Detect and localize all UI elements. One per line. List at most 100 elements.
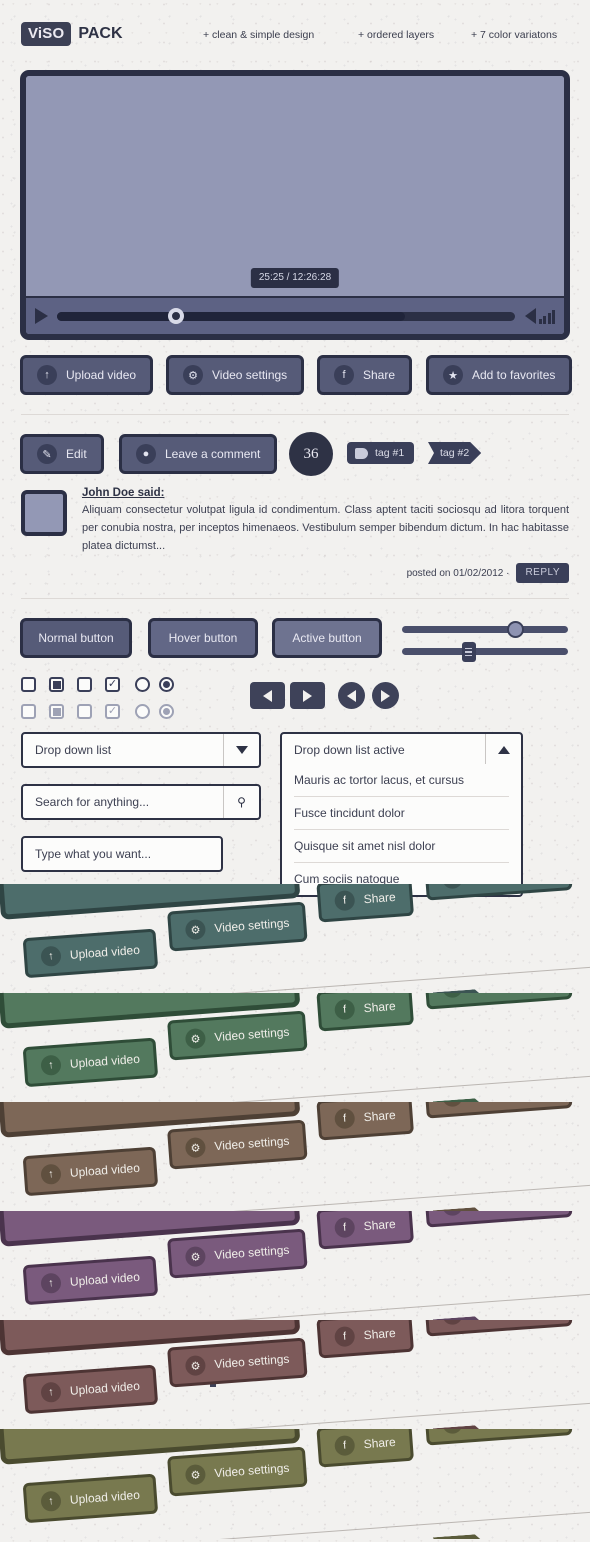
next-circle-button[interactable] [372, 682, 399, 709]
video-controls [26, 296, 564, 334]
video-settings-button[interactable]: ⚙ Video settings [167, 901, 308, 952]
tag-icon [355, 447, 368, 459]
upload-video-button[interactable]: ↑ Upload video [22, 1364, 159, 1415]
button-label: Upload video [69, 942, 141, 962]
facebook-icon: f [334, 1325, 356, 1348]
video-screen[interactable] [26, 76, 564, 296]
button-label: Video settings [213, 1351, 290, 1372]
search-field[interactable]: Search for anything... ⚲ [21, 784, 261, 820]
prev-square-button[interactable] [250, 682, 285, 709]
button-label: Upload video [69, 1269, 141, 1289]
share-button[interactable]: f Share [316, 1211, 415, 1250]
star-icon: ★ [443, 365, 463, 385]
volume-control[interactable] [525, 308, 555, 324]
radio-selected[interactable] [159, 677, 174, 692]
tag-chip-2[interactable]: tag #2 [433, 1534, 488, 1539]
prev-circle-button[interactable] [338, 682, 365, 709]
upload-video-button[interactable]: ↑ Upload video [22, 928, 159, 979]
share-button[interactable]: f Share [316, 993, 415, 1032]
next-circle-icon [381, 689, 390, 702]
radio-empty[interactable] [135, 677, 150, 692]
dropdown-option[interactable]: Fusce tincidunt dolor [294, 797, 509, 830]
star-icon: ★ [441, 993, 464, 999]
facebook-icon: f [334, 998, 356, 1021]
slider-round-track[interactable] [402, 621, 568, 638]
add-to-favorites-button[interactable]: ★ Add to favorites [426, 355, 573, 395]
slider-round-knob[interactable] [506, 621, 524, 638]
upload-video-button[interactable]: ↑ Upload video [22, 1037, 159, 1088]
button-label: Video settings [213, 915, 290, 936]
tag-chip-1[interactable]: tag #1 [347, 442, 415, 464]
share-button[interactable]: f Share [316, 884, 415, 923]
upload-video-button[interactable]: ↑ Upload video [22, 1255, 159, 1306]
video-progress-track[interactable] [57, 308, 515, 324]
add-to-favorites-button[interactable]: ★Add to favorites [424, 884, 573, 901]
facebook-icon: f [334, 889, 356, 912]
checkbox-filled[interactable] [49, 677, 64, 692]
leave-comment-button[interactable]: ● Leave a comment [119, 434, 278, 474]
add-to-favorites-button[interactable]: ★Add to favorites [424, 1429, 573, 1446]
video-time-tooltip: 25:25 / 12:26:28 [250, 268, 340, 288]
gear-icon: ⚙ [184, 1245, 207, 1268]
video-settings-button[interactable]: ⚙ Video settings [167, 1010, 308, 1061]
logo: ViSO PACK [21, 22, 123, 46]
video-settings-button[interactable]: ⚙ Video settings [166, 355, 305, 395]
add-to-favorites-button[interactable]: ★Add to favorites [424, 1320, 573, 1337]
video-settings-button[interactable]: ⚙ Video settings [167, 1446, 308, 1497]
video-settings-button[interactable]: ⚙ Video settings [167, 1337, 308, 1388]
color-variation-inner: ↑ Upload video ⚙ Video settings f Share ★Add t… [0, 884, 590, 994]
checkbox-unchecked[interactable] [77, 677, 92, 692]
share-button[interactable]: f Share [316, 1102, 415, 1141]
upload-video-button[interactable]: ↑ Upload video [22, 1473, 159, 1524]
play-icon[interactable] [35, 308, 48, 324]
normal-button[interactable]: Normal button [20, 618, 132, 658]
search-icon[interactable]: ⚲ [223, 786, 259, 818]
form-controls-row: ✓ ✓ [0, 672, 590, 1387]
upload-arrow-icon: ↑ [40, 1381, 62, 1403]
slider-rect-track[interactable] [402, 642, 568, 662]
upload-video-button[interactable]: ↑ Upload video [22, 1146, 159, 1197]
edit-button[interactable]: ✎ Edit [20, 434, 104, 474]
dropdown-closed[interactable]: Drop down list [21, 732, 261, 768]
share-button[interactable]: f Share [316, 1320, 415, 1359]
video-settings-button[interactable]: ⚙ Video settings [167, 1228, 308, 1279]
gear-icon: ⚙ [184, 1136, 207, 1159]
dropdown-option[interactable]: Mauris ac tortor lacus, et cursus [294, 764, 509, 797]
video-progress-knob[interactable] [168, 308, 185, 324]
button-label: Video settings [213, 1133, 290, 1154]
add-to-favorites-button[interactable]: ★Add to favorites [424, 993, 573, 1010]
volume-bar-4 [552, 310, 555, 324]
slider-rect-knob[interactable] [461, 642, 476, 662]
button-label: Upload video [69, 1378, 141, 1398]
share-button[interactable]: f Share [316, 1429, 415, 1468]
share-button[interactable]: f Share [317, 355, 413, 395]
search-input[interactable]: Search for anything... [23, 795, 223, 809]
next-square-button[interactable] [290, 682, 325, 709]
button-label: Share [363, 1325, 397, 1343]
color-variation-strip: ↑ Upload video ⚙ Video settings f Share ★Add t… [0, 884, 590, 994]
video-player[interactable]: 25:25 / 12:26:28 [20, 70, 570, 340]
video-settings-button[interactable]: ⚙ Video settings [167, 1119, 308, 1170]
upload-arrow-icon: ↑ [40, 945, 62, 967]
chevron-down-icon[interactable] [223, 734, 259, 766]
checkbox-checked[interactable]: ✓ [105, 677, 120, 692]
dropdown-open-header[interactable]: Drop down list active [280, 732, 523, 768]
add-to-favorites-button[interactable]: ★Add to favorites [424, 1211, 573, 1228]
pencil-icon: ✎ [37, 444, 57, 464]
upload-video-button[interactable]: ↑ Upload video [20, 355, 154, 395]
text-input[interactable]: Type what you want... [23, 847, 221, 861]
tag-chip-2[interactable]: tag #2 [428, 442, 481, 464]
checkbox-empty[interactable] [21, 677, 36, 692]
chevron-up-icon[interactable] [485, 734, 521, 766]
avatar [21, 490, 67, 536]
star-icon: ★ [441, 884, 464, 890]
add-to-favorites-button[interactable]: ★Add to favorites [424, 1102, 573, 1119]
dropdown-option[interactable]: Quisque sit amet nisl dolor [294, 830, 509, 863]
reply-button[interactable]: REPLY [516, 563, 569, 584]
speaker-icon [525, 308, 536, 324]
hover-button[interactable]: Hover button [148, 618, 258, 658]
text-field[interactable]: Type what you want... [21, 836, 223, 872]
button-states-row: Normal button Hover button Active button [0, 618, 590, 662]
active-button[interactable]: Active button [272, 618, 382, 658]
radio-empty-disabled [135, 704, 150, 719]
